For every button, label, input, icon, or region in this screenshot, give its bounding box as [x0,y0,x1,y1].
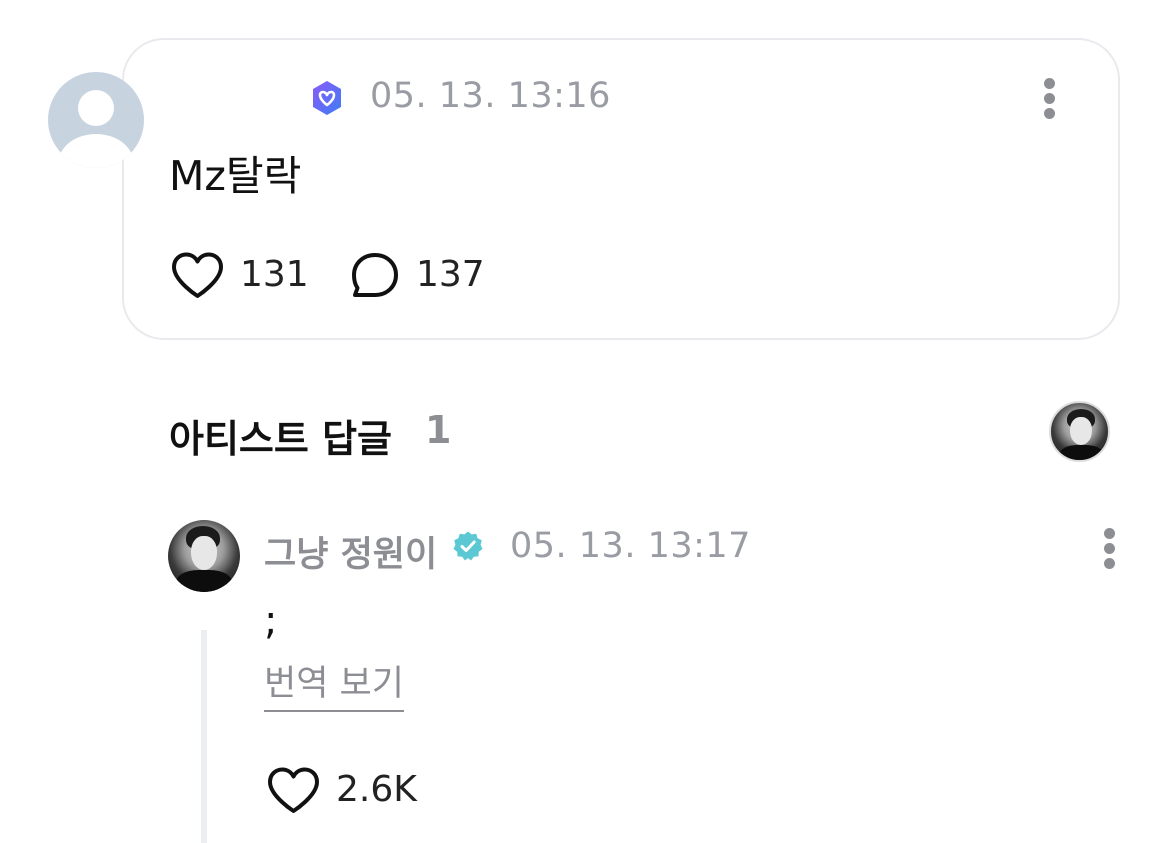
user-avatar[interactable] [48,72,144,168]
post-like-heart-icon[interactable] [171,252,224,300]
fan-badge-icon [313,81,341,115]
artist-replies-title: 아티스트 답글 [169,417,392,461]
post-comment-count: 137 [416,254,485,295]
reply-more-menu-icon[interactable] [1098,524,1122,572]
avatar-shirt-shape [176,570,232,592]
avatar-face-shape [1070,417,1092,445]
avatar-head-shape [78,90,114,126]
post-timestamp: 05. 13. 13:16 [370,76,611,116]
artist-name[interactable]: 그냥 정원이 [264,526,437,577]
reply-like-count: 2.6K [336,769,417,810]
avatar-shirt-shape [1059,445,1104,460]
reply-like-heart-icon[interactable] [267,767,320,815]
post-like-count: 131 [240,254,309,295]
post-comment-bubble-icon[interactable] [350,252,400,300]
avatar-body-shape [58,134,134,168]
artist-avatar-small[interactable] [1049,401,1110,462]
translate-link[interactable]: 번역 보기 [264,665,404,712]
reply-timestamp: 05. 13. 13:17 [510,526,751,566]
artist-avatar[interactable] [168,520,240,592]
artist-replies-count: 1 [425,408,452,452]
post-text: Mz탈락 [169,152,302,200]
post-more-menu-icon[interactable] [1038,74,1062,122]
reply-text: ; [264,598,278,644]
reply-thread-line [201,630,207,843]
avatar-face-shape [191,536,217,570]
verified-badge-icon [453,531,483,561]
